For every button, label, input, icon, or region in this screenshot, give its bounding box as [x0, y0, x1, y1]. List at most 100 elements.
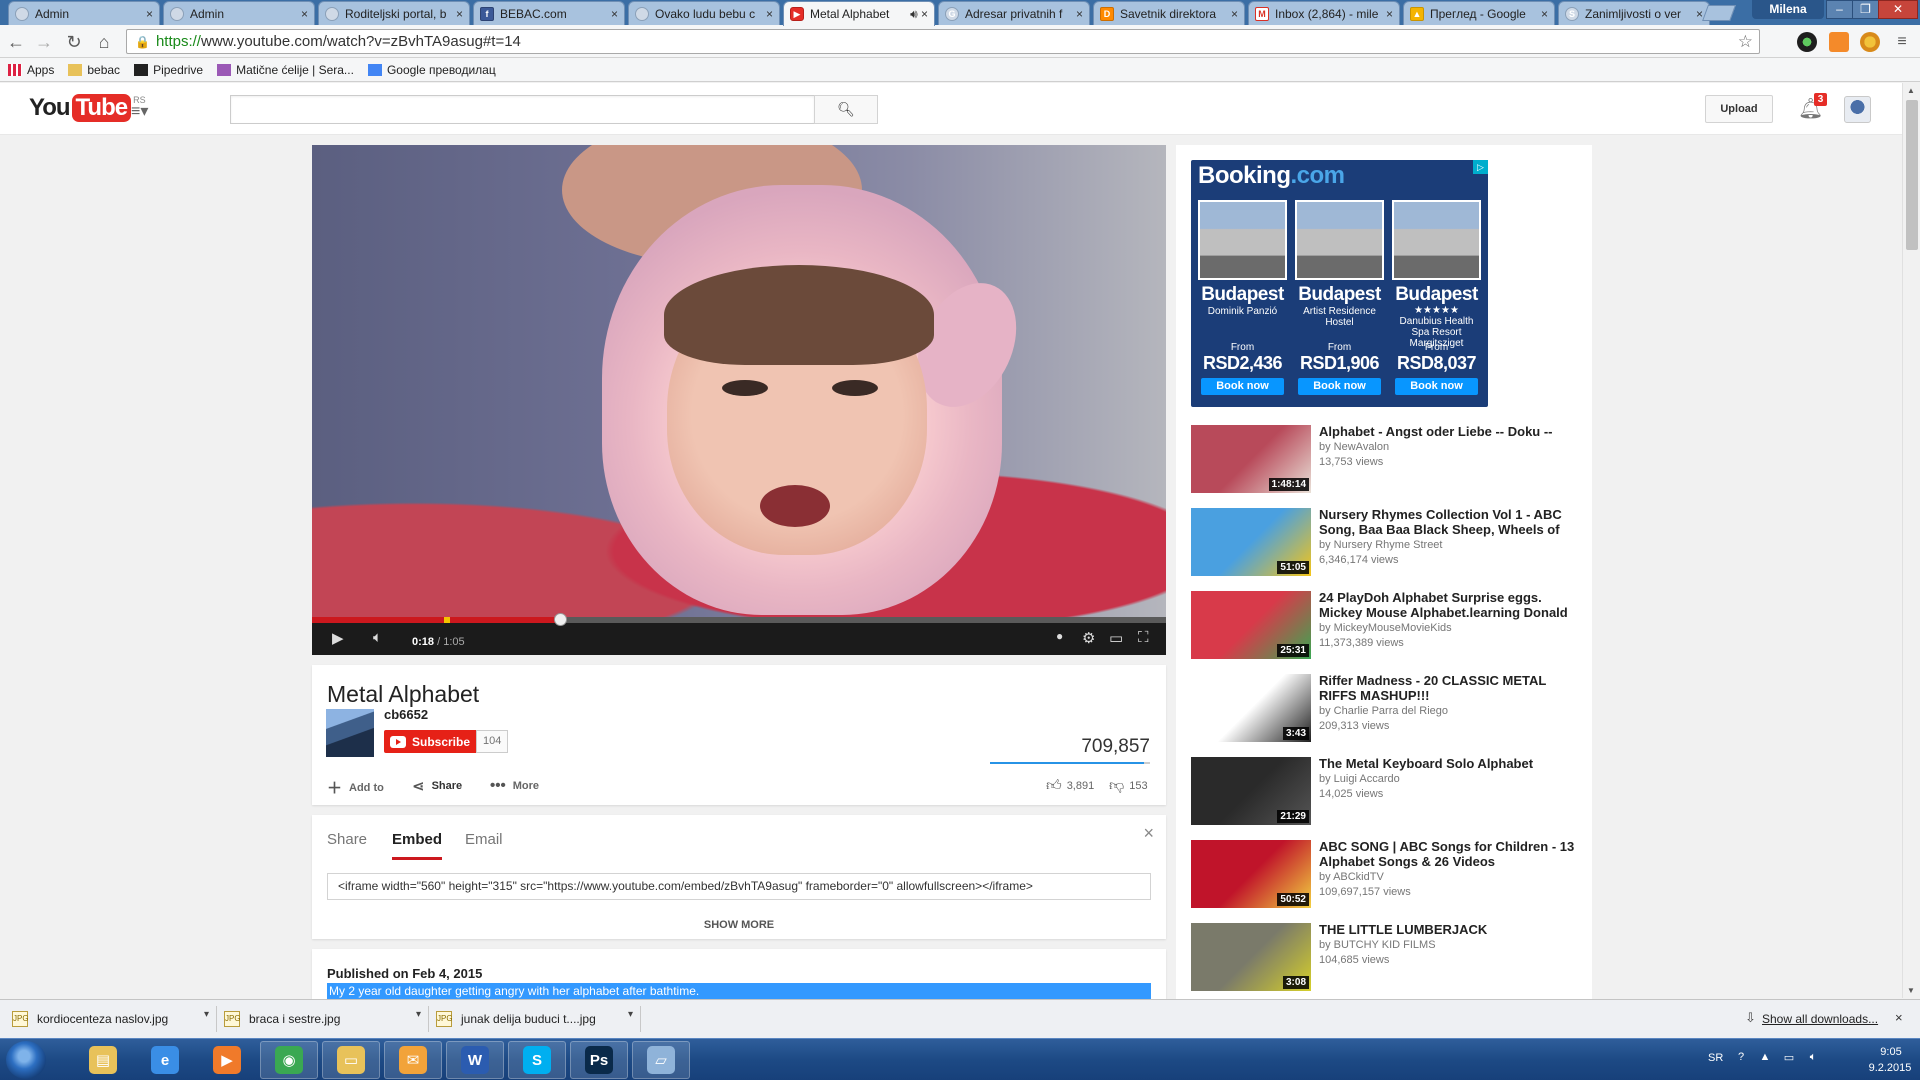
taskbar-photoshop[interactable]: Ps	[570, 1041, 628, 1079]
description-text[interactable]: My 2 year old daughter getting angry wit…	[327, 983, 1151, 999]
tab-close-icon[interactable]: ×	[1541, 7, 1548, 21]
embed-code-input[interactable]: <iframe width="560" height="315" src="ht…	[327, 873, 1151, 900]
ad-hotel-card[interactable]: Budapest ★★★★★ Danubius Health Spa Resort …	[1392, 200, 1481, 400]
related-video-thumbnail[interactable]: 3:08	[1191, 923, 1311, 991]
close-download-shelf-button[interactable]: ×	[1895, 1010, 1903, 1025]
dislike-button[interactable]: 👎︎ 153	[1109, 777, 1148, 795]
download-options-caret-icon[interactable]: ▾	[204, 1009, 209, 1020]
ad-hotel-card[interactable]: Budapest Dominik Panzió From RSD2,436 Book n…	[1198, 200, 1287, 400]
extension-icon-3[interactable]	[1860, 32, 1880, 52]
related-video-title[interactable]: Alphabet - Angst oder Liebe -- Doku --	[1319, 424, 1581, 439]
related-video-title[interactable]: ABC SONG | ABC Songs for Children - 13 A…	[1319, 839, 1581, 869]
browser-tab[interactable]: M Inbox (2,864) - mile ×	[1248, 1, 1400, 25]
guide-menu-button[interactable]: ≡▾	[131, 101, 148, 121]
search-button[interactable]: 🔍︎	[814, 95, 878, 124]
taskbar-notepad[interactable]: ▱	[632, 1041, 690, 1079]
browser-tab[interactable]: ▲ Преглед - Google ×	[1403, 1, 1555, 25]
channel-name[interactable]: cb6652	[384, 707, 428, 722]
back-button[interactable]: ←	[4, 30, 28, 54]
related-video-title[interactable]: Riffer Madness - 20 CLASSIC METAL RIFFS …	[1319, 673, 1581, 703]
reload-button[interactable]: ↻	[62, 30, 86, 54]
browser-tab[interactable]: G Adresar privatnih f ×	[938, 1, 1090, 25]
scroll-down-arrow-icon[interactable]: ▼	[1907, 986, 1915, 995]
book-now-button[interactable]: Book now	[1395, 378, 1478, 395]
channel-thumbnail[interactable]	[326, 709, 374, 757]
related-video-title[interactable]: Nursery Rhymes Collection Vol 1 - ABC So…	[1319, 507, 1581, 537]
related-video-item[interactable]: 1:48:14 Alphabet - Angst oder Liebe -- Do…	[1191, 424, 1581, 495]
page-scrollbar[interactable]: ▲ ▼	[1902, 83, 1920, 998]
settings-button[interactable]: ⚙	[1082, 629, 1095, 647]
download-item[interactable]: JPG junak delija buduci t....jpg	[436, 1006, 596, 1032]
home-button[interactable]: ⌂	[92, 30, 116, 54]
play-button[interactable]: ▶	[332, 629, 344, 647]
like-button[interactable]: 👍︎ 3,891	[1046, 777, 1094, 795]
book-now-button[interactable]: Book now	[1298, 378, 1381, 395]
upload-button[interactable]: Upload	[1705, 95, 1773, 123]
download-item[interactable]: JPG kordiocenteza naslov.jpg	[12, 1006, 168, 1032]
related-video-title[interactable]: THE LITTLE LUMBERJACK	[1319, 922, 1581, 937]
more-button[interactable]: ••• More	[490, 777, 539, 794]
restore-window-button[interactable]: ❐	[1852, 0, 1879, 19]
bookmark-item[interactable]: Pipedrive	[134, 63, 203, 77]
bookmark-item[interactable]: Google преводилац	[367, 63, 496, 77]
address-bar[interactable]: 🔒 https://www.youtube.com/watch?v=zBvhTA…	[126, 29, 1760, 54]
add-to-button[interactable]: ＋ Add to	[327, 777, 384, 798]
taskbar-media-player[interactable]: ▶	[198, 1041, 256, 1079]
browser-tab[interactable]: Ovako ludu bebu c ×	[628, 1, 780, 25]
scrollbar-thumb[interactable]	[1906, 100, 1918, 250]
account-avatar[interactable]	[1844, 96, 1871, 123]
theater-mode-button[interactable]: ▭	[1109, 629, 1123, 647]
related-video-item[interactable]: 3:08 THE LITTLE LUMBERJACK by BUTCHY KID F…	[1191, 922, 1581, 993]
share-panel-close-button[interactable]: ×	[1143, 823, 1154, 844]
start-button[interactable]	[6, 1041, 46, 1079]
tab-close-icon[interactable]: ×	[146, 7, 153, 21]
book-now-button[interactable]: Book now	[1201, 378, 1284, 395]
tab-close-icon[interactable]: 🔊︎ ×	[910, 7, 928, 22]
video-player[interactable]: ▶ 🔈︎ 0:18 / 1:05 ● ⚙ ▭ ⛶	[312, 145, 1166, 655]
related-video-thumbnail[interactable]: 3:43	[1191, 674, 1311, 742]
related-video-thumbnail[interactable]: 21:29	[1191, 757, 1311, 825]
volume-icon[interactable]: 🔈︎	[1806, 1051, 1820, 1065]
related-video-title[interactable]: 24 PlayDoh Alphabet Surprise eggs. Micke…	[1319, 590, 1581, 620]
chrome-menu-button[interactable]: ≡	[1890, 30, 1914, 54]
browser-tab[interactable]: ▶ Metal Alphabet 🔊︎ ×	[783, 1, 935, 26]
browser-tab[interactable]: Admin ×	[8, 1, 160, 25]
taskbar-outlook[interactable]: ✉	[384, 1041, 442, 1079]
tab-close-icon[interactable]: ×	[611, 7, 618, 21]
bookmark-item[interactable]: Apps	[8, 63, 54, 77]
download-item[interactable]: JPG braca i sestre.jpg	[224, 1006, 340, 1032]
network-icon[interactable]: ▭	[1782, 1051, 1796, 1065]
adchoices-icon[interactable]: ▷	[1473, 160, 1488, 174]
extension-icon-1[interactable]	[1797, 32, 1817, 52]
related-video-thumbnail[interactable]: 51:05	[1191, 508, 1311, 576]
browser-tab[interactable]: f BEBAC.com ×	[473, 1, 625, 25]
tab-close-icon[interactable]: ×	[766, 7, 773, 21]
scrubber-handle[interactable]	[553, 613, 567, 626]
bookmark-star-icon[interactable]: ☆	[1738, 32, 1753, 52]
youtube-logo[interactable]: You Tube RS	[29, 94, 146, 122]
minimize-window-button[interactable]: –	[1826, 0, 1853, 19]
download-options-caret-icon[interactable]: ▾	[416, 1009, 421, 1020]
related-video-thumbnail[interactable]: 25:31	[1191, 591, 1311, 659]
related-video-thumbnail[interactable]: 50:52	[1191, 840, 1311, 908]
tab-close-icon[interactable]: ×	[456, 7, 463, 21]
input-language[interactable]: SR	[1708, 1052, 1723, 1064]
forward-button[interactable]: →	[32, 30, 56, 54]
related-video-title[interactable]: The Metal Keyboard Solo Alphabet	[1319, 756, 1581, 771]
bookmark-item[interactable]: bebac	[68, 63, 120, 77]
taskbar-skype[interactable]: S	[508, 1041, 566, 1079]
taskbar-internet-explorer[interactable]: e	[136, 1041, 194, 1079]
related-video-thumbnail[interactable]: 1:48:14	[1191, 425, 1311, 493]
close-window-button[interactable]: ✕	[1878, 0, 1918, 19]
tab-email[interactable]: Email	[465, 831, 503, 857]
clock-time[interactable]: 9:05	[1866, 1046, 1916, 1058]
bookmark-item[interactable]: Matične ćelije | Sera...	[217, 63, 354, 77]
browser-tab[interactable]: D Savetnik direktora ×	[1093, 1, 1245, 25]
show-all-downloads-link[interactable]: Show all downloads...	[1762, 1012, 1878, 1026]
related-video-item[interactable]: 3:43 Riffer Madness - 20 CLASSIC METAL RI…	[1191, 673, 1581, 744]
related-video-item[interactable]: 21:29 The Metal Keyboard Solo Alphabet by …	[1191, 756, 1581, 827]
fullscreen-button[interactable]: ⛶	[1138, 629, 1149, 646]
annotations-button[interactable]: ●	[1056, 629, 1063, 643]
subscribe-button[interactable]: Subscribe	[384, 730, 480, 753]
clock-date[interactable]: 9.2.2015	[1860, 1062, 1920, 1074]
